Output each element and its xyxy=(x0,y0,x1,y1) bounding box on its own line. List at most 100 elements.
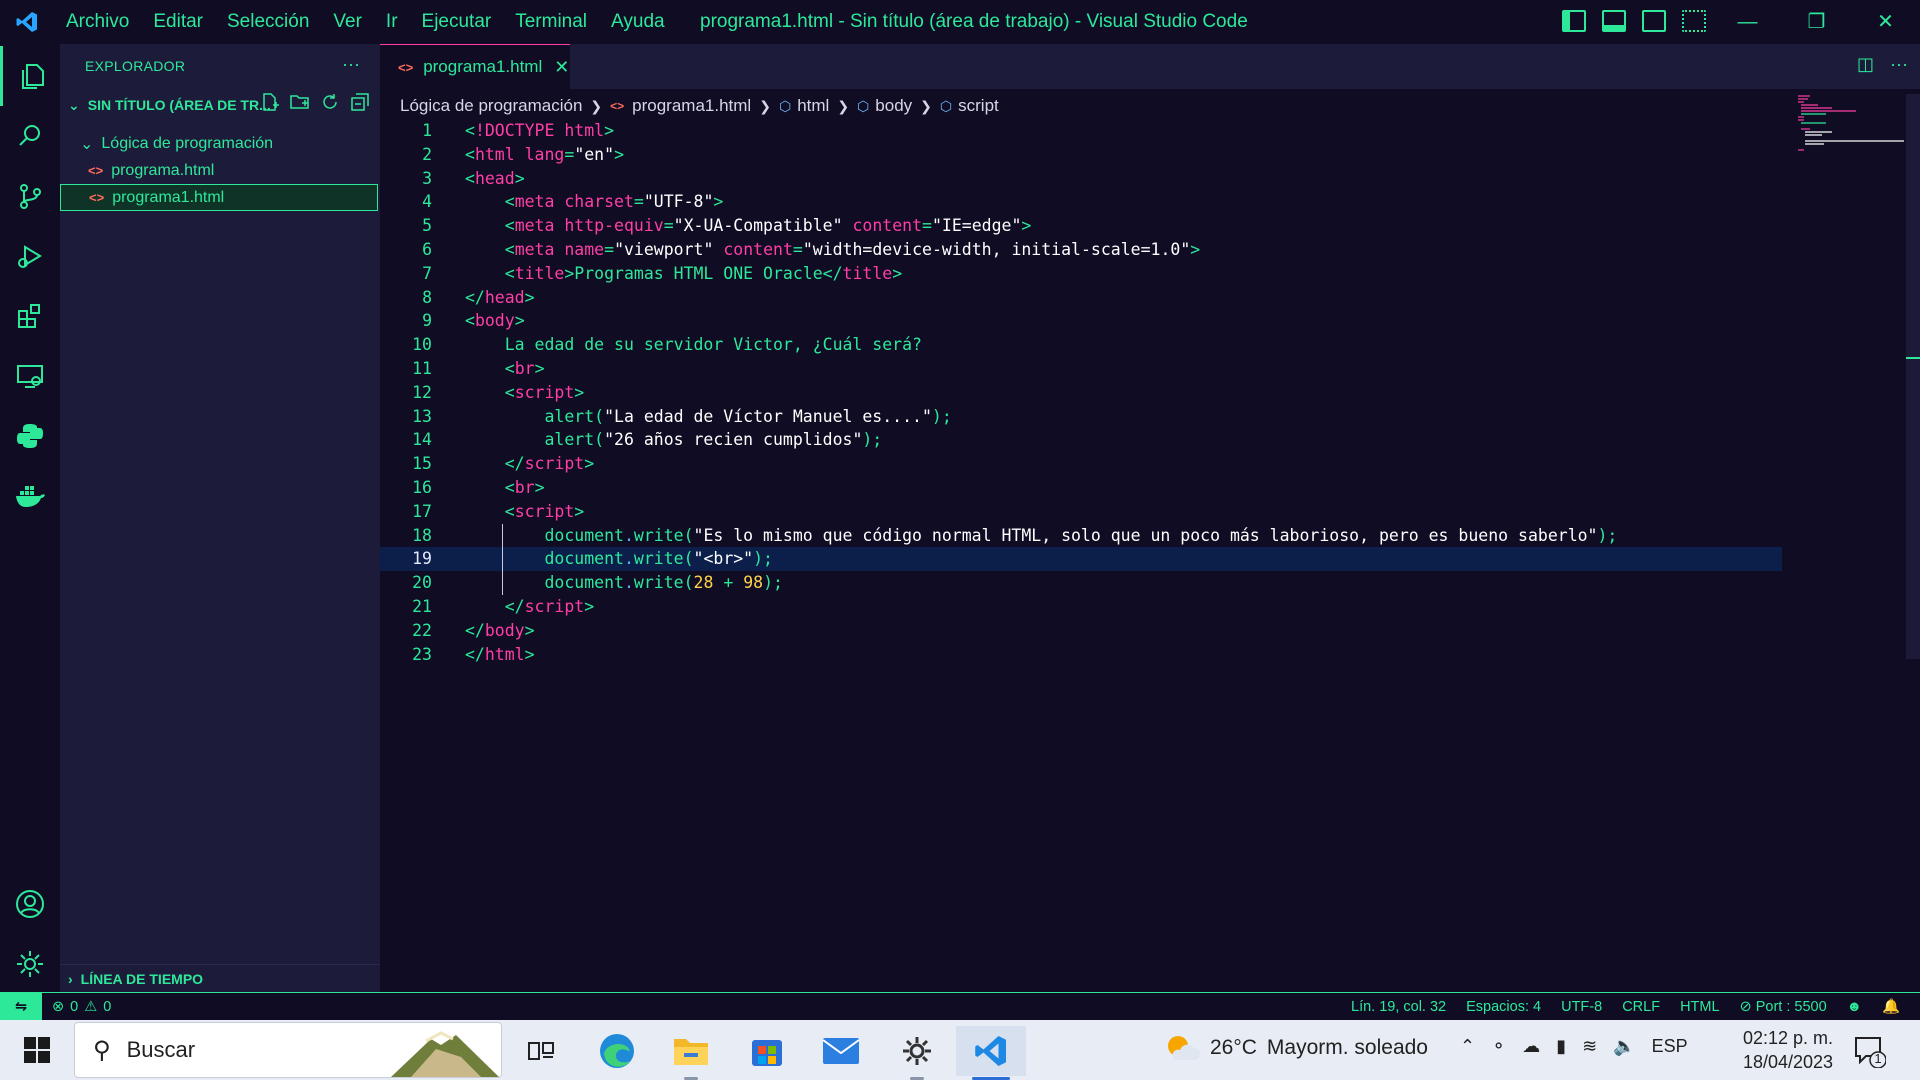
toggle-secondary-sidebar-icon[interactable] xyxy=(1642,10,1666,32)
problems-indicator[interactable]: ⊗ 0 ⚠ 0 xyxy=(52,999,111,1015)
code-line: 17 <script> xyxy=(380,500,1780,524)
wifi-icon[interactable]: ≋ xyxy=(1582,1036,1597,1057)
onedrive-cloud-icon[interactable]: ☁ xyxy=(1522,1036,1540,1057)
code-editor[interactable]: 1 <!DOCTYPE html> 2 <html lang="en"> 3 <hea… xyxy=(380,119,1782,666)
menu-editar[interactable]: Editar xyxy=(141,0,215,44)
remote-indicator-icon[interactable]: ⇋ xyxy=(0,993,42,1020)
remote-explorer-icon[interactable] xyxy=(0,346,60,406)
toggle-primary-sidebar-icon[interactable] xyxy=(1562,10,1586,32)
weather-temp: 26°C xyxy=(1210,1036,1257,1059)
breadcrumb-html[interactable]: html xyxy=(797,96,829,116)
line-text: </head> xyxy=(465,287,535,307)
window-controls: — ❐ ✕ xyxy=(1713,0,1920,44)
explorer-title: EXPLORADOR xyxy=(85,58,186,74)
timeline-section[interactable]: › LÍNEA DE TIEMPO xyxy=(60,964,380,992)
vertical-scrollbar[interactable] xyxy=(1906,94,1920,659)
clock[interactable]: 02:12 p. m. 18/04/2023 xyxy=(1738,1026,1838,1074)
line-ending[interactable]: CRLF xyxy=(1622,999,1660,1015)
indentation[interactable]: Espacios: 4 xyxy=(1466,999,1541,1015)
breadcrumb-script[interactable]: script xyxy=(958,96,999,116)
timeline-label: LÍNEA DE TIEMPO xyxy=(80,970,204,987)
mail-icon[interactable] xyxy=(806,1026,876,1076)
breadcrumb-body[interactable]: body xyxy=(875,96,912,116)
code-line: 5 <meta http-equiv="X-UA-Compatible" con… xyxy=(380,214,1780,238)
account-icon[interactable] xyxy=(0,874,60,934)
collapse-all-icon[interactable] xyxy=(350,92,370,112)
line-number: 13 xyxy=(412,406,432,426)
tab-programa1[interactable]: <> programa1.html ✕ xyxy=(380,44,570,89)
more-actions-icon[interactable]: ··· xyxy=(1890,54,1908,75)
task-view-icon[interactable] xyxy=(506,1026,576,1076)
code-line: 1 <!DOCTYPE html> xyxy=(380,119,1780,143)
file-label: programa1.html xyxy=(112,188,225,206)
edge-browser-icon[interactable] xyxy=(582,1026,652,1076)
notification-center-icon[interactable]: 1 xyxy=(1852,1034,1892,1070)
settings-gear-icon[interactable] xyxy=(882,1026,952,1080)
files-icon[interactable] xyxy=(0,46,60,106)
menu-seleccion[interactable]: Selección xyxy=(215,0,321,44)
line-text: <script> xyxy=(504,501,585,521)
python-icon[interactable] xyxy=(0,406,60,466)
breadcrumb-folder[interactable]: Lógica de programación xyxy=(400,96,582,116)
source-control-icon[interactable] xyxy=(0,166,60,226)
menu-ir[interactable]: Ir xyxy=(374,0,410,44)
weather-widget[interactable]: 26°C Mayorm. soleado xyxy=(1164,1032,1428,1064)
split-editor-icon[interactable]: ◫ xyxy=(1857,54,1874,75)
explorer-more-button[interactable]: ··· xyxy=(342,54,360,75)
menu-terminal[interactable]: Terminal xyxy=(503,0,599,44)
live-server-port[interactable]: ⊘ Port : 5500 xyxy=(1740,999,1827,1015)
code-line: 6 <meta name="viewport" content="width=d… xyxy=(380,238,1780,262)
menu-ver[interactable]: Ver xyxy=(321,0,374,44)
volume-icon[interactable]: 🔈 xyxy=(1613,1036,1635,1057)
file-row-programa1[interactable]: <> programa1.html xyxy=(60,184,378,211)
line-text: La edad de su servidor Victor, ¿Cuál ser… xyxy=(504,335,922,355)
microsoft-store-icon[interactable] xyxy=(732,1026,802,1076)
customize-layout-icon[interactable] xyxy=(1682,10,1706,32)
menu-archivo[interactable]: Archivo xyxy=(54,0,141,44)
close-tab-icon[interactable]: ✕ xyxy=(554,57,569,78)
toggle-panel-icon[interactable] xyxy=(1602,10,1626,32)
close-icon[interactable]: ✕ xyxy=(1851,0,1920,44)
meet-now-icon[interactable]: ⚬ xyxy=(1491,1036,1506,1057)
taskbar-search[interactable]: ⚲ Buscar xyxy=(74,1022,502,1078)
battery-icon[interactable]: ▮ xyxy=(1556,1036,1566,1057)
menu-ayuda[interactable]: Ayuda xyxy=(599,0,677,44)
no-entry-icon: ⊘ xyxy=(1739,998,1756,1015)
editor-area: <> programa1.html ✕ ◫ ··· Lógica de prog… xyxy=(380,44,1920,992)
new-folder-icon[interactable] xyxy=(290,92,310,112)
folder-row[interactable]: ⌄ Lógica de programación xyxy=(60,130,380,157)
file-row-programa[interactable]: <> programa.html xyxy=(60,157,380,184)
language-mode[interactable]: HTML xyxy=(1680,999,1719,1015)
bell-icon[interactable]: 🔔 xyxy=(1882,998,1900,1015)
windows-start-icon[interactable] xyxy=(14,1032,60,1068)
chevron-up-icon[interactable]: ⌃ xyxy=(1460,1036,1475,1057)
minimize-icon[interactable]: — xyxy=(1713,0,1782,44)
restore-icon[interactable]: ❐ xyxy=(1782,0,1851,44)
port-label: Port : 5500 xyxy=(1755,998,1827,1015)
breadcrumb-file[interactable]: programa1.html xyxy=(632,96,751,116)
run-debug-icon[interactable] xyxy=(0,226,60,286)
docker-icon[interactable] xyxy=(0,466,60,526)
cursor-position[interactable]: Lín. 19, col. 32 xyxy=(1351,999,1446,1015)
input-language[interactable]: ESP xyxy=(1652,1036,1688,1057)
search-highlight-image-icon xyxy=(391,1031,499,1077)
refresh-icon[interactable] xyxy=(320,92,340,112)
search-placeholder: Buscar xyxy=(126,1037,196,1062)
line-number: 5 xyxy=(422,216,432,236)
settings-gear-icon[interactable] xyxy=(0,934,60,994)
line-number: 8 xyxy=(422,287,432,307)
feedback-icon[interactable]: ☻ xyxy=(1847,999,1862,1015)
status-bar: ⇋ ⊗ 0 ⚠ 0 Lín. 19, col. 32 Espacios: 4 U… xyxy=(0,992,1920,1020)
new-file-icon[interactable] xyxy=(260,92,280,112)
menu-ejecutar[interactable]: Ejecutar xyxy=(410,0,504,44)
search-icon[interactable] xyxy=(0,106,60,166)
vscode-taskbar-icon[interactable] xyxy=(956,1026,1026,1080)
workspace-name: SIN TÍTULO (ÁREA DE TR... xyxy=(87,97,271,113)
file-explorer-icon[interactable] xyxy=(656,1026,726,1080)
minimap[interactable] xyxy=(1796,94,1906,154)
code-line-current: 19 document.write("<br>"); xyxy=(380,547,1782,572)
element-icon: ⬡ xyxy=(857,97,870,114)
extensions-icon[interactable] xyxy=(0,286,60,346)
line-number: 9 xyxy=(422,311,432,331)
encoding[interactable]: UTF-8 xyxy=(1561,999,1602,1015)
